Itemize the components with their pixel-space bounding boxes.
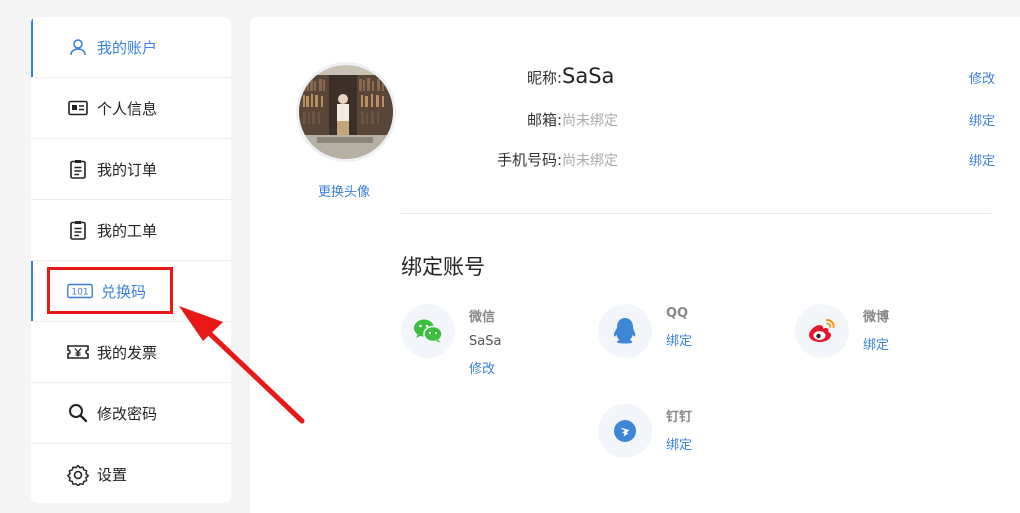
nickname-value: SaSa <box>562 64 615 88</box>
bind-weibo-link[interactable]: 绑定 <box>863 334 889 353</box>
email-label: 邮箱: <box>526 111 562 129</box>
bind-dingtalk-link[interactable]: 绑定 <box>666 434 692 453</box>
edit-wechat-link[interactable]: 修改 <box>469 358 501 377</box>
sidebar-item-label: 个人信息 <box>97 99 158 118</box>
sidebar: 我的账户 个人信息 我的订单 我的工单 101 兑换码 我的发票 修改密码 设置 <box>31 17 231 503</box>
dingtalk-icon <box>598 404 652 458</box>
bind-phone-link[interactable]: 绑定 <box>969 150 995 169</box>
phone-row: 手机号码: 尚未绑定 绑定 <box>450 149 995 170</box>
redeem-icon-text: 101 <box>71 288 88 298</box>
wechat-value: SaSa <box>469 334 502 349</box>
weibo-account: 微博 绑定 <box>795 304 889 358</box>
sidebar-item-label: 我的账户 <box>97 38 158 57</box>
nickname-label: 昵称: <box>526 69 562 87</box>
email-row: 邮箱: 尚未绑定 绑定 <box>450 109 995 130</box>
user-icon <box>67 36 89 58</box>
ticket-yen-icon <box>67 341 89 363</box>
sidebar-item-label: 我的工单 <box>97 221 158 240</box>
phone-label: 手机号码: <box>496 151 562 169</box>
sidebar-item-my-invoices[interactable]: 我的发票 <box>31 322 231 383</box>
bind-accounts-title: 绑定账号 <box>401 255 485 279</box>
avatar[interactable] <box>296 62 396 162</box>
search-key-icon <box>67 402 89 424</box>
sidebar-item-label: 兑换码 <box>101 282 147 301</box>
dingtalk-name: 钉钉 <box>666 410 693 425</box>
qq-icon <box>598 304 652 358</box>
phone-value: 尚未绑定 <box>562 153 618 169</box>
sidebar-item-redeem-code[interactable]: 101 兑换码 <box>31 261 231 322</box>
clipboard-icon <box>67 219 89 241</box>
redeem-code-icon: 101 <box>67 280 93 302</box>
wechat-name: 微信 <box>469 310 496 325</box>
divider <box>401 213 991 214</box>
sidebar-item-my-account[interactable]: 我的账户 <box>31 17 231 78</box>
gear-icon <box>67 464 89 486</box>
sidebar-item-label: 我的订单 <box>97 160 158 179</box>
sidebar-item-my-orders[interactable]: 我的订单 <box>31 139 231 200</box>
sidebar-item-label: 设置 <box>97 466 128 484</box>
wechat-account: 微信 SaSa 修改 <box>401 304 501 377</box>
sidebar-item-personal-info[interactable]: 个人信息 <box>31 78 231 139</box>
account-panel: 更换头像 昵称: SaSa 修改 邮箱: 尚未绑定 绑定 手机号码: 尚未绑定 … <box>250 17 1020 513</box>
email-value: 尚未绑定 <box>562 113 618 129</box>
sidebar-item-label: 修改密码 <box>97 404 158 423</box>
id-card-icon <box>67 97 89 119</box>
clipboard-icon <box>67 158 89 180</box>
sidebar-item-settings[interactable]: 设置 <box>31 444 231 503</box>
weibo-name: 微博 <box>863 310 890 325</box>
sidebar-item-change-password[interactable]: 修改密码 <box>31 383 231 444</box>
bind-email-link[interactable]: 绑定 <box>969 110 995 129</box>
sidebar-item-my-tickets[interactable]: 我的工单 <box>31 200 231 261</box>
change-avatar-link[interactable]: 更换头像 <box>318 181 370 200</box>
bind-qq-link[interactable]: 绑定 <box>666 330 692 349</box>
qq-name: QQ <box>666 306 689 321</box>
sidebar-item-label: 我的发票 <box>97 343 158 362</box>
nickname-row: 昵称: SaSa 修改 <box>450 64 995 88</box>
qq-account: QQ 绑定 <box>598 304 692 358</box>
wechat-icon <box>401 304 455 358</box>
dingtalk-account: 钉钉 绑定 <box>598 404 692 458</box>
weibo-icon <box>795 304 849 358</box>
edit-nickname-link[interactable]: 修改 <box>969 68 995 87</box>
